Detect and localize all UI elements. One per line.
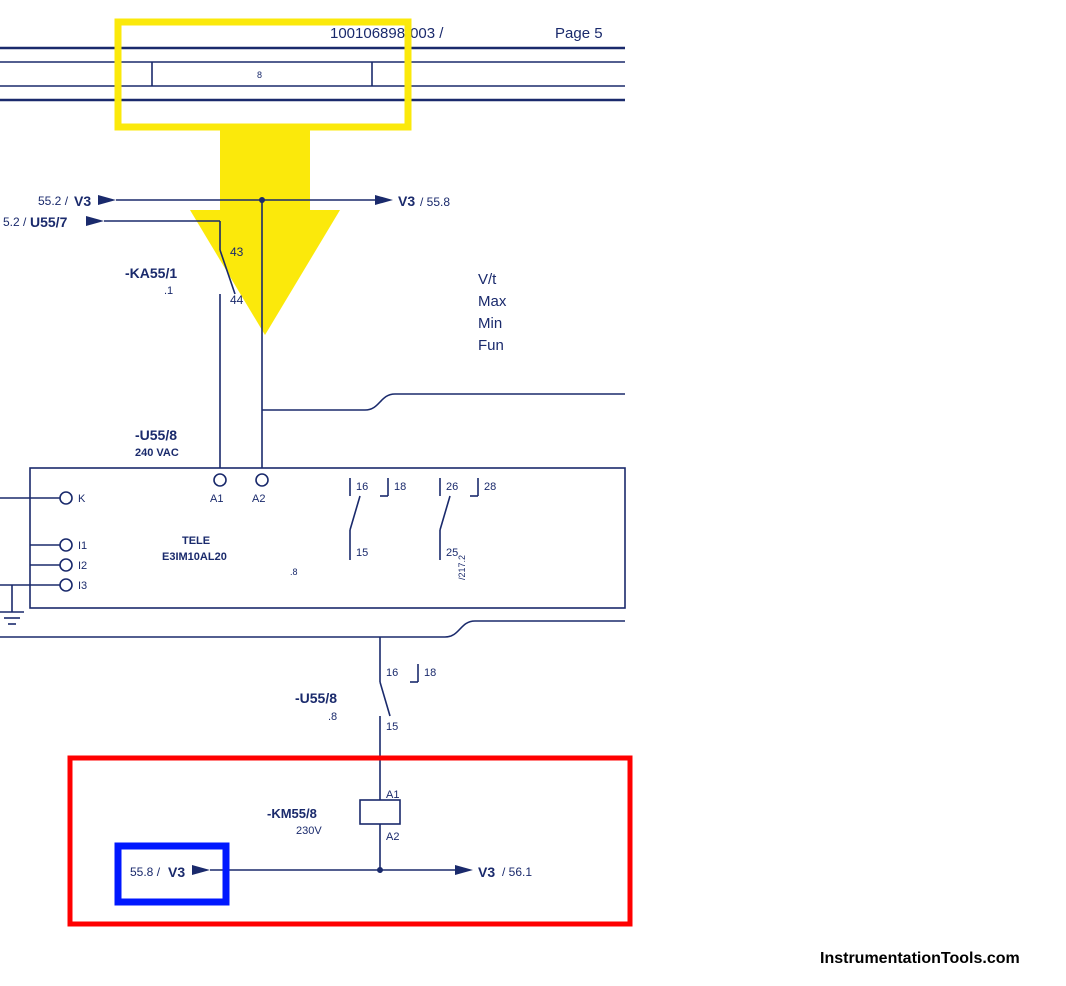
terminal-i3 <box>60 579 72 591</box>
u55-8-a1: A1 <box>210 493 223 505</box>
km55-8-tag: -KM55/8 <box>267 806 317 821</box>
u55-8-device <box>30 468 625 608</box>
v3-in-bot-signal: V3 <box>168 864 185 880</box>
terminal-a2 <box>256 474 268 486</box>
ka55-1-t44: 44 <box>230 293 244 307</box>
v3-out-bot-signal: V3 <box>478 864 495 880</box>
u55-8-tag: -U55/8 <box>135 427 177 443</box>
u55-7-signal: U55/7 <box>30 214 68 230</box>
arrowhead-icon <box>375 195 393 205</box>
arrowhead-icon <box>455 865 473 875</box>
km55-8-volt: 230V <box>296 825 322 837</box>
u55-8-i2: I2 <box>78 560 87 572</box>
u55-7-ref: 5.2 / <box>3 215 27 229</box>
u55-8-c26: 26 <box>446 481 458 493</box>
note-func: Fun <box>478 337 504 354</box>
u55-8-ext-subref: .8 <box>328 711 337 723</box>
u55-8-i3: I3 <box>78 580 87 592</box>
u55-8-c18: 18 <box>394 481 406 493</box>
terminal-i2 <box>60 559 72 571</box>
u55-8-sideref: /217.2 <box>457 555 467 580</box>
v3-in-top-ref: 55.2 / <box>38 194 69 208</box>
ka55-1-tag: -KA55/1 <box>125 265 177 281</box>
v3-out-top-signal: V3 <box>398 193 415 209</box>
u55-8-voltage: 240 VAC <box>135 447 179 459</box>
ka55-1-t43: 43 <box>230 245 244 259</box>
arrowhead-icon <box>98 195 116 205</box>
u55-8-ext-15: 15 <box>386 721 398 733</box>
u55-8-c16: 16 <box>356 481 368 493</box>
u55-8-k: K <box>78 493 86 505</box>
doc-number: 100106898-003 / <box>330 25 444 42</box>
terminal-a1 <box>214 474 226 486</box>
u55-8-c28: 28 <box>484 481 496 493</box>
note-vt: V/t <box>478 271 497 288</box>
u55-8-make2: E3IM10AL20 <box>162 551 227 563</box>
km55-8-coil <box>360 800 400 824</box>
v3-out-bot-ref: / 56.1 <box>502 865 532 879</box>
page-number: Page 5 <box>555 25 603 42</box>
u55-8-subref: .8 <box>290 567 298 577</box>
u55-8-a2: A2 <box>252 493 265 505</box>
note-max: Max <box>478 293 507 310</box>
u55-8-contact-1: 16 18 15 <box>350 478 406 560</box>
u55-8-ext-18: 18 <box>424 667 436 679</box>
km55-8-a2: A2 <box>386 831 399 843</box>
watermark: InstrumentationTools.com <box>820 950 1020 967</box>
terminal-i1 <box>60 539 72 551</box>
u55-8-contact-2: 26 28 25 <box>440 478 496 560</box>
ka55-1-subref: .1 <box>164 285 173 297</box>
u55-8-make1: TELE <box>182 535 210 547</box>
column-number: 8 <box>257 70 262 80</box>
u55-8-ext-tag: -U55/8 <box>295 690 337 706</box>
note-min: Min <box>478 315 502 332</box>
terminal-k <box>60 492 72 504</box>
u55-8-i1: I1 <box>78 540 87 552</box>
u55-8-ext-16: 16 <box>386 667 398 679</box>
v3-out-top-ref: / 55.8 <box>420 195 450 209</box>
diagram-canvas: 100106898-003 / Page 5 8 55.2 / V3 V3 / … <box>0 0 1066 986</box>
v3-in-top-signal: V3 <box>74 193 91 209</box>
arrow-down-icon <box>190 128 340 335</box>
arrowhead-icon <box>192 865 210 875</box>
v3-in-bot-ref: 55.8 / <box>130 865 161 879</box>
u55-8-c15: 15 <box>356 547 368 559</box>
arrowhead-icon <box>86 216 104 226</box>
